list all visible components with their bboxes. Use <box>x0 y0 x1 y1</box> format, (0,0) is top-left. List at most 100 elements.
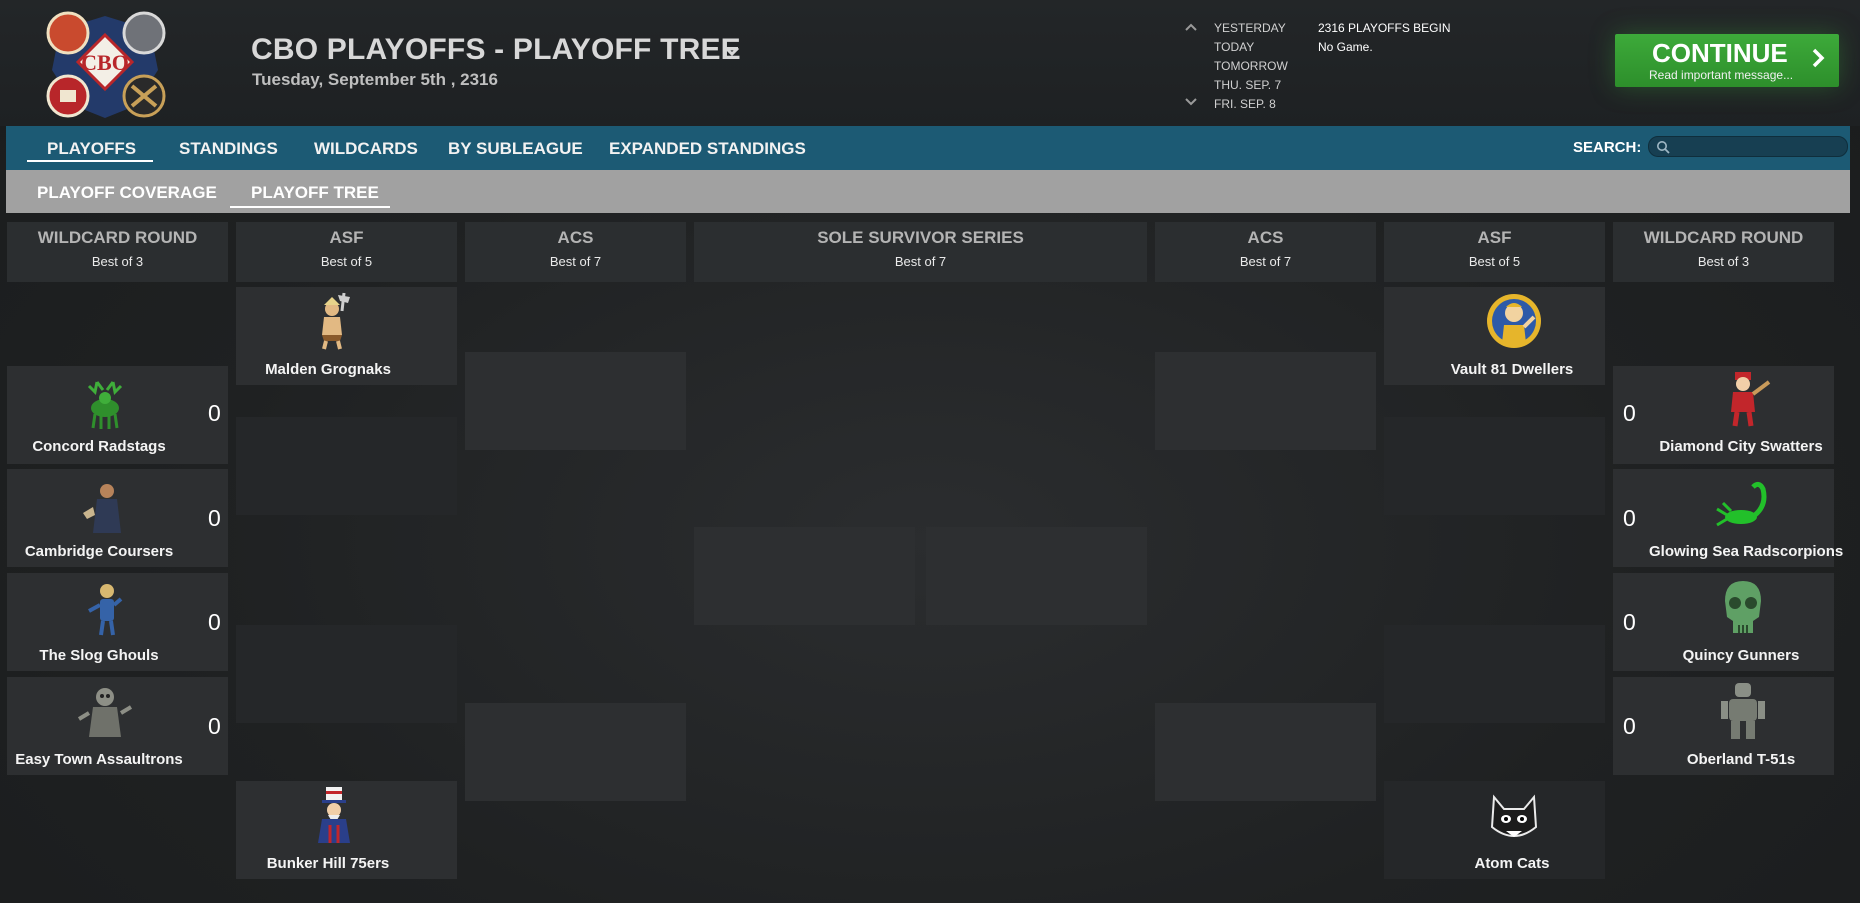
team-score: 0 <box>208 609 221 635</box>
column-subtitle: Best of 7 <box>1239 254 1292 269</box>
schedule-day-today[interactable]: TODAY <box>1214 40 1254 54</box>
team-score: 0 <box>208 505 221 531</box>
bracket-slot-team[interactable]: The Slog Ghouls 0 <box>7 573 228 671</box>
power-armor-icon <box>1721 683 1765 739</box>
bracket-slot-empty <box>236 417 457 515</box>
column-title: ASF <box>329 228 364 247</box>
vault-boy-icon <box>1487 294 1541 348</box>
stag-icon <box>87 381 123 429</box>
team-name: Cambridge Coursers <box>24 543 174 560</box>
team-name: Bunker Hill 75ers <box>266 855 390 872</box>
nav-expanded-standings[interactable]: EXPANDED STANDINGS <box>609 139 806 159</box>
bracket-slot-empty <box>465 703 686 801</box>
team-name: Vault 81 Dwellers <box>1450 361 1574 378</box>
bracket-slot-empty <box>694 527 915 625</box>
column-subtitle: Best of 5 <box>320 254 373 269</box>
nav-by-subleague[interactable]: BY SUBLEAGUE <box>448 139 583 159</box>
bracket-slot-team[interactable]: Quincy Gunners 0 <box>1613 573 1834 671</box>
nav-standings[interactable]: STANDINGS <box>179 139 278 159</box>
team-name: Concord Radstags <box>32 438 166 455</box>
bracket-slot-empty <box>1155 352 1376 450</box>
search-input[interactable] <box>1675 138 1843 155</box>
tab-playoff-coverage[interactable]: PLAYOFF COVERAGE <box>37 183 217 203</box>
bracket-slot-empty <box>926 527 1147 625</box>
team-name: Glowing Sea Radscorpions <box>1649 543 1844 560</box>
bracket-slot-team[interactable]: Malden Grognaks <box>236 287 457 385</box>
bracket-slot-empty <box>1384 417 1605 515</box>
schedule-value-yesterday: 2316 PLAYOFFS BEGIN <box>1318 21 1451 35</box>
bracket-slot-team[interactable]: Vault 81 Dwellers <box>1384 287 1605 385</box>
subnav-active-indicator <box>230 206 390 208</box>
column-header-sole-survivor: SOLE SURVIVOR SERIES Best of 7 <box>694 222 1147 282</box>
bracket-slot-team[interactable]: Bunker Hill 75ers <box>236 781 457 879</box>
continue-subtext: Read important message... <box>1649 68 1794 82</box>
bracket-slot-team[interactable]: Glowing Sea Radscorpions 0 <box>1613 469 1844 567</box>
column-header-acs-right: ACS Best of 7 <box>1155 222 1376 282</box>
schedule-day-fri[interactable]: FRI. SEP. 8 <box>1214 97 1276 111</box>
team-name: Quincy Gunners <box>1682 647 1800 664</box>
column-header-asf-left: ASF Best of 5 <box>236 222 457 282</box>
bracket-slot-team[interactable]: Diamond City Swatters 0 <box>1613 366 1834 464</box>
tab-playoff-tree[interactable]: PLAYOFF TREE <box>251 183 379 203</box>
search-icon <box>1657 141 1670 154</box>
team-score: 0 <box>208 400 221 426</box>
column-title: WILDCARD ROUND <box>1643 228 1804 247</box>
page-date: Tuesday, September 5th , 2316 <box>252 70 498 89</box>
bracket-slot-team[interactable]: Atom Cats <box>1384 781 1605 879</box>
column-subtitle: Best of 7 <box>549 254 602 269</box>
bracket-slot-team[interactable]: Easy Town Assaultrons 0 <box>7 677 228 775</box>
column-title: ACS <box>1247 228 1284 247</box>
page-title: CBO PLAYOFFS - PLAYOFF TREE <box>251 33 741 66</box>
column-subtitle: Best of 5 <box>1468 254 1521 269</box>
nav-active-indicator <box>27 160 153 162</box>
uncle-sam-icon <box>318 787 350 843</box>
bracket-slot-team[interactable]: Concord Radstags 0 <box>7 366 228 464</box>
barbarian-icon <box>322 292 350 350</box>
radscorpion-icon <box>1716 481 1767 527</box>
schedule-day-yesterday[interactable]: YESTERDAY <box>1214 21 1286 35</box>
bracket-slot-team[interactable]: Cambridge Coursers 0 <box>7 469 228 567</box>
chevron-right-icon <box>1812 48 1825 68</box>
column-subtitle: Best of 7 <box>894 254 947 269</box>
search-box[interactable] <box>1648 136 1848 157</box>
continue-label: CONTINUE <box>1652 38 1788 68</box>
league-logo[interactable]: CBO <box>40 10 170 120</box>
team-name: The Slog Ghouls <box>39 647 159 664</box>
team-name: Oberland T-51s <box>1686 751 1796 768</box>
column-header-wildcard-right: WILDCARD ROUND Best of 3 <box>1613 222 1834 282</box>
nav-playoffs[interactable]: PLAYOFFS <box>47 139 136 159</box>
column-header-wildcard-left: WILDCARD ROUND Best of 3 <box>7 222 228 282</box>
team-score: 0 <box>1623 713 1636 739</box>
team-score: 0 <box>1623 505 1636 531</box>
team-name: Easy Town Assaultrons <box>15 751 183 768</box>
team-name: Atom Cats <box>1474 855 1550 872</box>
cat-icon <box>1490 794 1538 837</box>
search-label: SEARCH: <box>1573 139 1642 156</box>
bracket-slot-team[interactable]: Oberland T-51s 0 <box>1613 677 1834 775</box>
schedule-day-tomorrow[interactable]: TOMORROW <box>1214 59 1288 73</box>
bracket-slot-empty <box>1155 703 1376 801</box>
courser-icon <box>83 484 121 533</box>
schedule-value-today: No Game. <box>1318 40 1373 54</box>
swatter-icon <box>1731 372 1771 427</box>
nav-wildcards[interactable]: WILDCARDS <box>314 139 418 159</box>
column-title: WILDCARD ROUND <box>37 228 198 247</box>
column-header-acs-left: ACS Best of 7 <box>465 222 686 282</box>
chevron-down-icon[interactable] <box>723 42 741 60</box>
ghoul-icon <box>88 584 123 636</box>
schedule-day-thu[interactable]: THU. SEP. 7 <box>1214 78 1281 92</box>
continue-button[interactable]: CONTINUE Read important message... <box>1615 34 1839 87</box>
team-score: 0 <box>1623 609 1636 635</box>
column-subtitle: Best of 3 <box>91 254 144 269</box>
header-bar: CBO CBO PLAYOFFS - PLAYOFF TREE Tuesday,… <box>0 0 1860 126</box>
chevron-down-icon[interactable] <box>1184 97 1198 107</box>
column-title: ACS <box>557 228 594 247</box>
logo-text: CBO <box>81 50 129 75</box>
column-subtitle: Best of 3 <box>1697 254 1750 269</box>
team-score: 0 <box>1623 400 1636 426</box>
chevron-up-icon[interactable] <box>1184 22 1198 32</box>
bracket-slot-empty <box>236 625 457 723</box>
main-nav: PLAYOFFS STANDINGS WILDCARDS BY SUBLEAGU… <box>6 126 1850 170</box>
column-title: SOLE SURVIVOR SERIES <box>817 228 1024 247</box>
column-header-asf-right: ASF Best of 5 <box>1384 222 1605 282</box>
